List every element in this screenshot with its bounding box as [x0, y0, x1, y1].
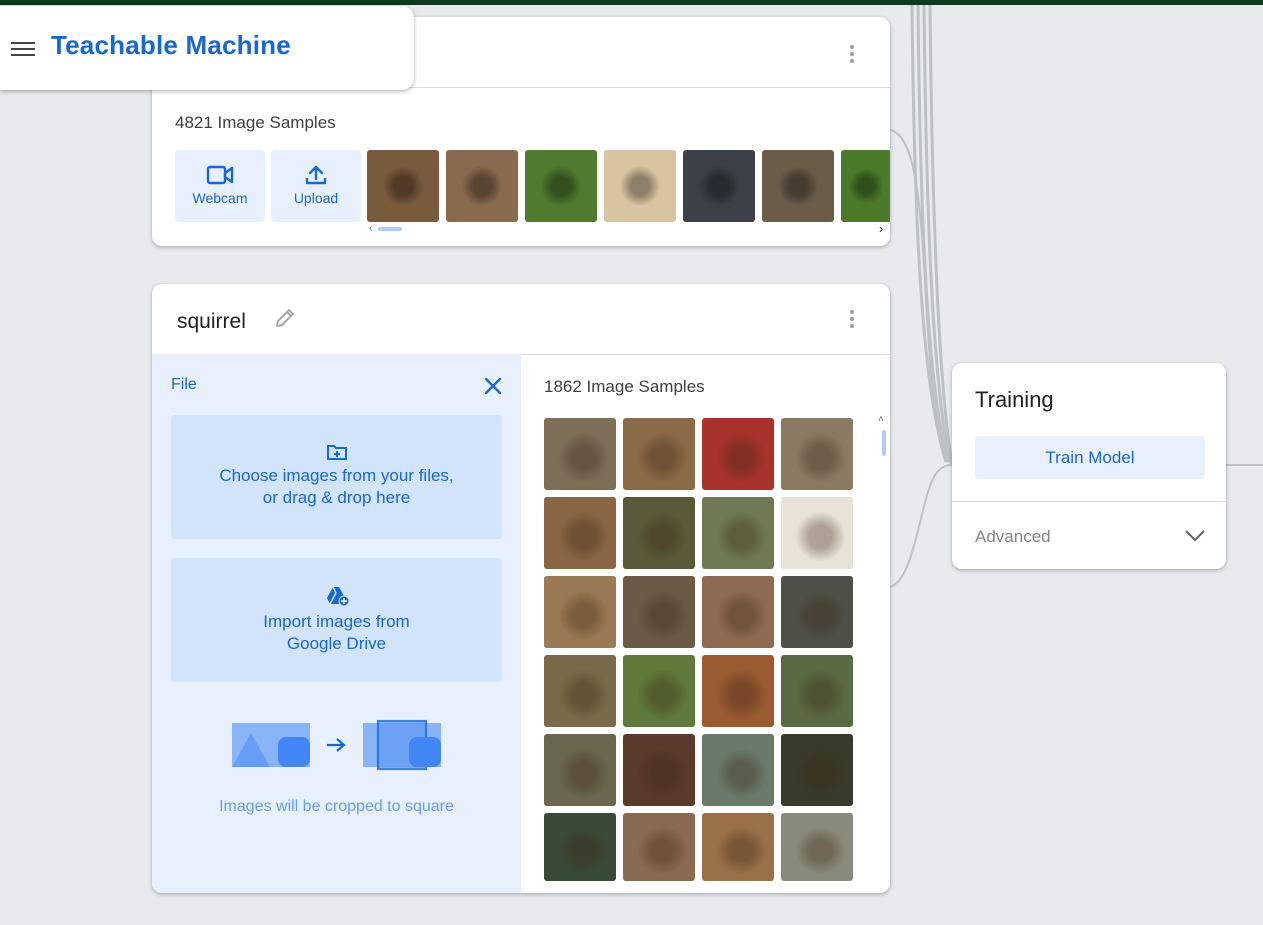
crop-illustration	[232, 719, 441, 771]
choose-files-line2: or drag & drop here	[262, 488, 411, 507]
choose-files-line1: Choose images from your files,	[219, 466, 454, 485]
webcam-label: Webcam	[192, 190, 248, 206]
class-card-squirrel: squirrel File Choose images from your fi…	[152, 284, 890, 893]
crop-note: Images will be cropped to square	[219, 798, 454, 815]
sample-thumbnail[interactable]	[702, 576, 774, 648]
divider	[952, 501, 1226, 502]
class-options-icon[interactable]	[842, 310, 862, 334]
class-name: squirrel	[177, 310, 246, 333]
scroll-up-icon[interactable]: ˄	[878, 414, 884, 425]
webcam-button[interactable]: Webcam	[175, 150, 265, 222]
menu-icon[interactable]	[11, 39, 35, 57]
sample-thumbnail[interactable]	[623, 655, 695, 727]
advanced-toggle[interactable]: Advanced	[975, 527, 1051, 547]
scroll-right-icon[interactable]: ›	[879, 221, 883, 236]
sample-thumbnail[interactable]	[841, 150, 890, 222]
sample-thumbnail[interactable]	[702, 497, 774, 569]
sample-thumbnail[interactable]	[762, 150, 834, 222]
sample-thumbnail[interactable]	[623, 497, 695, 569]
sample-thumbnail[interactable]	[544, 655, 616, 727]
drive-line1: Import images from	[263, 612, 410, 631]
app-header: Teachable Machine	[0, 6, 414, 90]
train-model-button[interactable]: Train Model	[975, 436, 1205, 479]
sample-thumbnail[interactable]	[623, 576, 695, 648]
file-label: File	[171, 376, 197, 393]
sample-thumbnail[interactable]	[781, 576, 853, 648]
sample-thumbnail[interactable]	[702, 813, 774, 881]
google-drive-button[interactable]: Import images from Google Drive	[171, 558, 502, 682]
chevron-down-icon[interactable]	[1184, 529, 1206, 543]
training-card: Training Train Model Advanced	[952, 363, 1226, 569]
sample-thumbnail[interactable]	[544, 813, 616, 881]
sample-thumbnail[interactable]	[446, 150, 518, 222]
training-title: Training	[975, 387, 1054, 412]
file-upload-panel: File Choose images from your files, or d…	[152, 354, 521, 893]
upload-icon	[305, 165, 327, 185]
upload-label: Upload	[293, 190, 339, 206]
sample-thumbnail[interactable]	[623, 813, 695, 881]
sample-thumbnail[interactable]	[544, 497, 616, 569]
sample-count: 1862 Image Samples	[544, 377, 705, 396]
drive-line2: Google Drive	[286, 634, 387, 653]
app-title: Teachable Machine	[51, 30, 291, 60]
sample-thumbnail[interactable]	[367, 150, 439, 222]
sample-thumbnail[interactable]	[623, 418, 695, 490]
close-icon[interactable]	[483, 376, 503, 396]
sample-thumbnail[interactable]	[781, 813, 853, 881]
sample-thumbnail[interactable]	[623, 734, 695, 806]
choose-files-button[interactable]: Choose images from your files, or drag &…	[171, 415, 502, 539]
sample-thumbnail[interactable]	[525, 150, 597, 222]
sample-thumbnail[interactable]	[544, 734, 616, 806]
webcam-icon	[206, 165, 234, 185]
sample-thumbnail[interactable]	[702, 655, 774, 727]
folder-add-icon	[326, 445, 347, 460]
drive-add-icon	[326, 586, 349, 607]
sample-thumbnail[interactable]	[781, 734, 853, 806]
vertical-scrollbar[interactable]	[882, 430, 886, 456]
upload-button[interactable]: Upload	[271, 150, 361, 222]
sample-thumbnail[interactable]	[604, 150, 676, 222]
sample-thumbnail[interactable]	[781, 655, 853, 727]
sample-thumbnail[interactable]	[544, 418, 616, 490]
sample-thumbnail[interactable]	[544, 576, 616, 648]
sample-thumbnail[interactable]	[702, 418, 774, 490]
horizontal-scrollbar[interactable]	[378, 227, 402, 231]
sample-thumbnail[interactable]	[781, 497, 853, 569]
sample-thumbnail[interactable]	[683, 150, 755, 222]
sample-thumbnail[interactable]	[702, 734, 774, 806]
class-options-icon[interactable]	[842, 45, 862, 69]
sample-count: 4821 Image Samples	[175, 113, 336, 132]
sample-thumbnail[interactable]	[781, 418, 853, 490]
pencil-icon[interactable]	[272, 306, 298, 332]
scroll-left-icon[interactable]: ‹	[369, 223, 372, 234]
